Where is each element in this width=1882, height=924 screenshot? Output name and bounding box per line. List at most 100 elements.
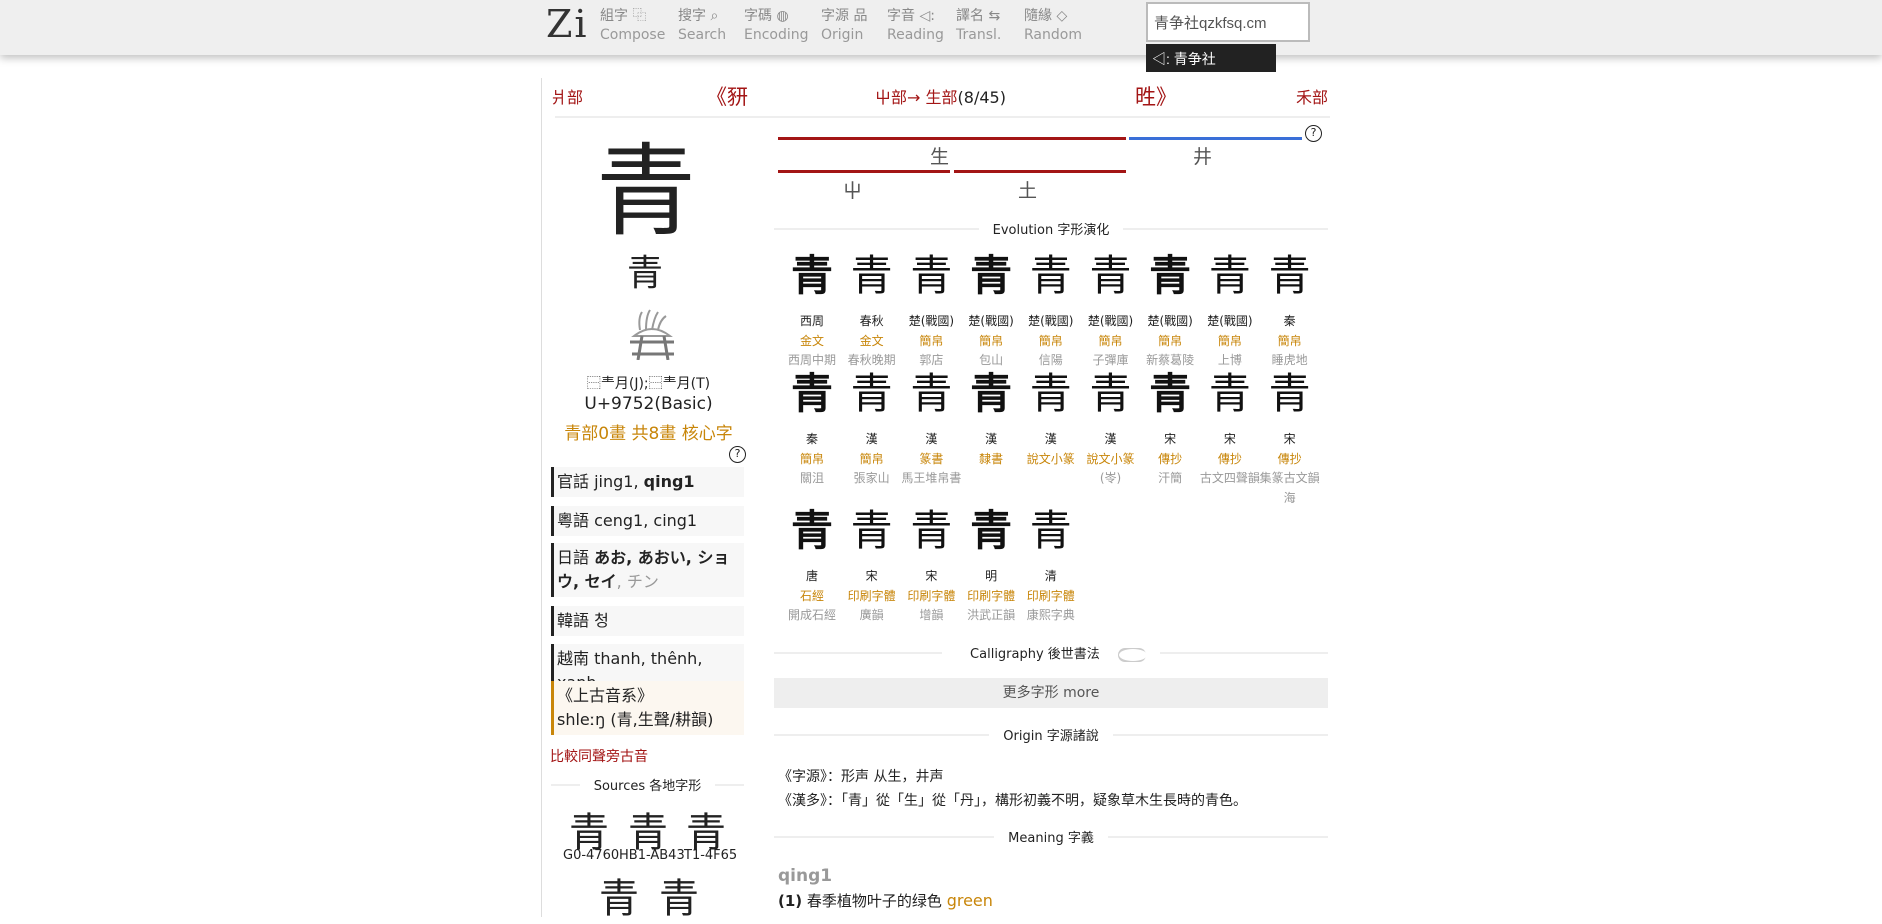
more-glyphs-button[interactable]: 更多字形 more xyxy=(774,678,1328,708)
component-bar-sheng[interactable] xyxy=(778,137,1126,140)
nav-label: 隨緣 ◇ xyxy=(1024,8,1068,24)
evolution-item[interactable]: 青漢說文小篆 (岺) xyxy=(1081,370,1141,489)
lang-label: 官話 xyxy=(557,472,590,491)
component-bar-che[interactable] xyxy=(778,170,950,173)
component-bar-tu[interactable] xyxy=(954,170,1126,173)
component-bar-jing[interactable] xyxy=(1129,137,1302,140)
nav-compose[interactable]: 組字 ⿻ Compose xyxy=(600,5,665,43)
era-label: 秦 xyxy=(1283,314,1296,328)
script-label: 說文小篆 xyxy=(1086,451,1135,466)
ancient-glyph: 青 xyxy=(790,506,833,555)
source-label: (岺) xyxy=(1099,471,1122,485)
calligraphy-toggle[interactable] xyxy=(1117,647,1147,662)
source-glyph[interactable]: 青 xyxy=(659,866,699,924)
reading-dim: , チン xyxy=(616,572,659,591)
source-label: 上博 xyxy=(1217,353,1242,367)
source-label: 廣韻 xyxy=(859,608,884,622)
next-char-link[interactable]: 甠》 xyxy=(1135,81,1177,111)
ancient-glyph: 青 xyxy=(970,506,1013,555)
evolution-item[interactable]: 青漢隸書 xyxy=(961,370,1021,469)
evolution-item[interactable]: 青楚(戰國) 簡帛 上博 xyxy=(1200,252,1260,371)
nav-label: 字碼 ◍ xyxy=(744,8,789,24)
source-label: 子彈庫 xyxy=(1092,353,1129,367)
nav-translation[interactable]: 譯名 ⇆ Transl. xyxy=(956,5,1001,43)
evolution-item[interactable]: 青漢簡帛 張家山 xyxy=(842,370,902,489)
evolution-item[interactable]: 青清印刷字體 康熙字典 xyxy=(1021,507,1081,626)
era-label: 西周 xyxy=(799,314,824,328)
nav-label: Compose xyxy=(600,27,666,43)
evolution-item[interactable]: 青楚(戰國) 簡帛 新蔡葛陵 xyxy=(1140,252,1200,371)
nav-label: Encoding xyxy=(744,27,809,43)
help-icon[interactable]: ? xyxy=(1305,125,1322,142)
era-label: 楚(戰國) xyxy=(1207,314,1253,328)
source-label: 郭店 xyxy=(919,353,944,367)
evolution-item[interactable]: 青宋印刷字體 廣韻 xyxy=(842,507,902,626)
help-icon[interactable]: ? xyxy=(729,446,746,463)
stroke-info[interactable]: 青部0畫 共8畫 核心字 xyxy=(541,419,756,444)
meaning-number: (1) xyxy=(778,892,803,910)
zi-logo[interactable]: Zi xyxy=(546,2,589,46)
evolution-item[interactable]: 青秦簡帛 睡虎地 xyxy=(1260,252,1320,371)
evolution-item[interactable]: 青楚(戰國) 簡帛 信陽 xyxy=(1021,252,1081,371)
heading-text: Origin 字源諸說 xyxy=(989,729,1113,744)
compare-phonetic-link[interactable]: 比較同聲旁古音 xyxy=(550,746,648,766)
script-label: 金文 xyxy=(799,333,824,348)
evolution-item[interactable]: 青宋印刷字體 增韻 xyxy=(901,507,961,626)
nav-reading[interactable]: 字音 ◁: Reading xyxy=(887,5,944,43)
search-suggestion[interactable]: ◁: 青争社qzkfsq.cm xyxy=(1146,44,1276,85)
old-chinese-value: shleːŋ (青,生聲/耕韻) xyxy=(557,710,714,729)
nav-search[interactable]: 搜字 ⌕ Search xyxy=(678,5,726,43)
prev-char-link[interactable]: 《豜 xyxy=(706,81,748,111)
ancient-glyph: 青 xyxy=(1029,506,1072,555)
evolution-item[interactable]: 青宋傳抄 古文四聲韻 xyxy=(1200,370,1260,489)
evolution-item[interactable]: 青楚(戰國) 簡帛 包山 xyxy=(961,252,1021,371)
era-label: 秦 xyxy=(805,432,818,446)
radical-path: 屮部→ 生部(8/45) xyxy=(875,84,1006,108)
evolution-item[interactable]: 青秦簡帛 關沮 xyxy=(782,370,842,489)
from-radical-link[interactable]: 屮部→ xyxy=(875,88,926,107)
nav-encoding[interactable]: 字碼 ◍ Encoding xyxy=(744,5,809,43)
script-label: 隸書 xyxy=(979,451,1004,466)
component-tu[interactable]: 土 xyxy=(1018,176,1037,203)
source-label: 新蔡葛陵 xyxy=(1146,353,1195,367)
evolution-item[interactable]: 青漢說文小篆 xyxy=(1021,370,1081,469)
component-jing[interactable]: 井 xyxy=(1193,142,1212,169)
search-input[interactable]: 青争社qzkfsq.cm xyxy=(1146,2,1310,42)
era-label: 楚(戰國) xyxy=(908,314,955,328)
era-label: 清 xyxy=(1044,569,1057,583)
evolution-item[interactable]: 青明印刷字體 洪武正韻 xyxy=(961,507,1021,626)
evolution-item[interactable]: 青西周 金文 西周中期 xyxy=(782,252,842,371)
evolution-item[interactable]: 青楚(戰國) 簡帛 郭店 xyxy=(901,252,961,371)
evolution-item[interactable]: 青宋傳抄 汗簡 xyxy=(1140,370,1200,489)
old-chinese-reading: 《上古音系》 shleːŋ (青,生聲/耕韻) xyxy=(551,681,744,735)
source-glyph[interactable]: 青 xyxy=(599,866,639,924)
component-che[interactable]: 屮 xyxy=(843,176,862,203)
ancient-glyph: 青 xyxy=(910,369,953,418)
lang-label: 越南 xyxy=(557,649,590,668)
nav-random[interactable]: 隨緣 ◇ Random xyxy=(1024,5,1082,43)
ancient-glyph: 青 xyxy=(1149,369,1192,418)
reading-mandarin: 官話 jing1, qing1 xyxy=(551,467,744,497)
heading-wrap: Calligraphy 後世書法 xyxy=(942,647,1160,662)
toggle-knob xyxy=(1118,648,1147,661)
column-divider xyxy=(541,78,542,917)
nav-label: Random xyxy=(1024,27,1082,43)
evolution-item[interactable]: 青楚(戰國) 簡帛 子彈庫 xyxy=(1081,252,1141,371)
evolution-item[interactable]: 青宋傳抄 集篆古文韻海 xyxy=(1260,370,1320,508)
meaning-reading: qing1 xyxy=(778,866,833,886)
nav-label: Transl. xyxy=(956,27,1002,43)
source-label: 張家山 xyxy=(853,471,890,485)
next-radical-link[interactable]: 禾部 xyxy=(1296,84,1328,108)
evolution-item[interactable]: 青春秋 金文 春秋晚期 xyxy=(842,252,902,371)
meaning-english[interactable]: green xyxy=(947,891,993,910)
lang-label: 韓語 xyxy=(557,611,590,630)
prev-radical-link[interactable]: 爿部 xyxy=(551,84,583,108)
evolution-item[interactable]: 青唐石經 開成石經 xyxy=(782,507,842,626)
source-label: 康熙字典 xyxy=(1026,608,1075,622)
to-radical-link[interactable]: 生部 xyxy=(926,88,958,107)
nav-origin[interactable]: 字源 品 Origin xyxy=(821,5,867,43)
evolution-item[interactable]: 青漢篆書 馬王堆帛書 xyxy=(901,370,961,489)
source-label: T1-4F65 xyxy=(684,848,738,863)
old-chinese-title: 《上古音系》 xyxy=(557,686,654,705)
component-sheng[interactable]: 生 xyxy=(930,142,949,169)
